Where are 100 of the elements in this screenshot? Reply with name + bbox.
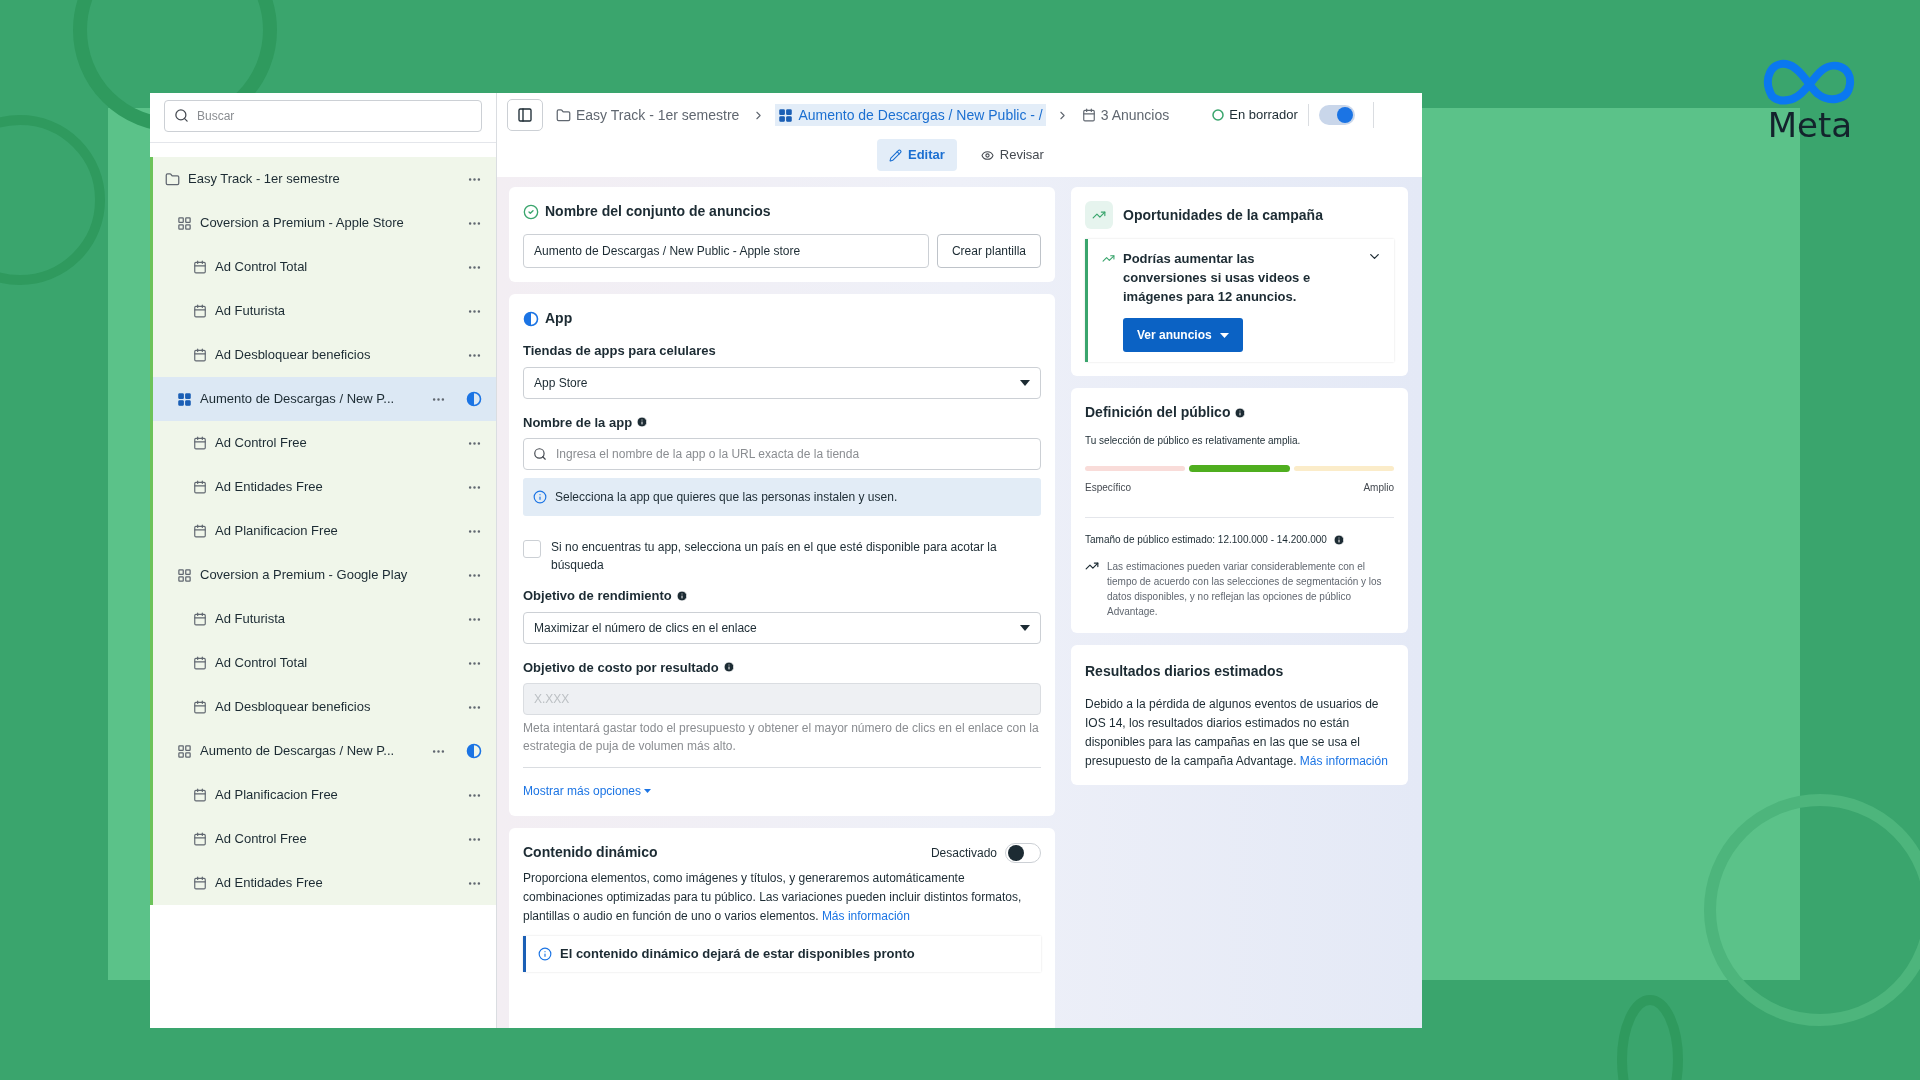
calendar-icon <box>193 788 207 802</box>
caret-icon <box>1020 379 1030 386</box>
field-label: Objetivo de costo por resultado <box>523 658 719 677</box>
calendar-icon <box>193 612 207 626</box>
tree-label: Ad Desbloquear beneficios <box>215 698 372 717</box>
calendar-icon <box>193 832 207 846</box>
caret-icon <box>1219 332 1229 338</box>
breadcrumb[interactable]: 3 Anuncios <box>1078 104 1173 126</box>
toggle-switch[interactable] <box>1005 842 1041 863</box>
calendar-icon <box>193 260 207 274</box>
calendar-icon <box>193 700 207 714</box>
caret-icon <box>1020 624 1030 631</box>
status-icon <box>466 391 482 407</box>
trend-icon <box>1102 252 1115 265</box>
tree-item[interactable]: Ad Futurista <box>153 597 496 641</box>
tree-label: Ad Desbloquear beneficios <box>215 346 372 365</box>
info-icon[interactable] <box>675 589 688 602</box>
grid-icon <box>177 743 192 759</box>
tree-item[interactable]: Ad Control Free <box>153 817 496 861</box>
tree-label: Ad Control Free <box>215 830 308 849</box>
calendar-icon <box>193 524 207 538</box>
card-title: Oportunidades de la campaña <box>1123 205 1323 225</box>
info-icon[interactable] <box>1234 406 1247 419</box>
more-options-link[interactable]: Mostrar más opciones <box>523 782 652 800</box>
calendar-icon <box>193 348 207 362</box>
card-title: Definición del público <box>1085 403 1231 422</box>
audience-summary: Tu selección de público es relativamente amplia. <box>1085 434 1302 448</box>
tree-item[interactable]: Ad Desbloquear beneficios <box>153 333 496 377</box>
calendar-icon <box>193 876 207 890</box>
tree-item[interactable]: Coversion a Premium - Apple Store <box>153 201 496 245</box>
tree-label: Ad Entidades Free <box>215 874 324 893</box>
calendar-icon <box>193 480 207 494</box>
calendar-icon <box>193 304 207 318</box>
tree-item[interactable]: Ad Planificacion Free <box>153 509 496 553</box>
tree-item[interactable]: Ad Control Total <box>153 641 496 685</box>
results-text: Debido a la pérdida de algunos eventos de usuarios de IOS 14, los resultados diarios estimados no están disponibles para las campañas en las que se usa el presupuesto de la campaña Advantage. Más información <box>1085 696 1389 770</box>
folder-icon <box>165 171 180 187</box>
tree-item[interactable]: Ad Control Free <box>153 421 496 465</box>
tree-label: Easy Track - 1er semestre <box>188 170 341 189</box>
tree-label: Ad Control Total <box>215 258 309 277</box>
check-icon <box>523 203 539 220</box>
dropdown[interactable]: App Store <box>523 366 1041 399</box>
search-field[interactable]: Buscar <box>164 100 482 132</box>
panel-toggle-button[interactable] <box>507 99 543 131</box>
status-icon <box>1212 109 1225 121</box>
status-icon <box>466 743 482 759</box>
calendar-icon <box>193 436 207 450</box>
tree-item[interactable]: Ad Futurista <box>153 289 496 333</box>
info-text: Selecciona la app que quieres que las personas instalen y usen. <box>555 489 898 506</box>
dropdown[interactable]: Maximizar el número de clics en el enlace <box>523 611 1041 644</box>
info-icon[interactable] <box>1332 533 1345 546</box>
audience-size: Tamaño de público estimado: 12.100.000 - 14.200.000 <box>1085 533 1327 547</box>
checkbox[interactable] <box>523 540 541 558</box>
notice-text: El contenido dinámico dejará de estar disponibles pronto <box>560 945 915 964</box>
info-icon[interactable] <box>636 416 649 429</box>
field-label: Nombre de la app <box>523 413 633 432</box>
eye-icon <box>980 148 994 162</box>
pencil-icon <box>889 148 902 162</box>
tree-label: Coversion a Premium - Google Play <box>200 566 409 585</box>
logo-text: Meta <box>1767 106 1853 144</box>
toggle-switch[interactable] <box>1318 105 1355 125</box>
field-label: Tiendas de apps para celulares <box>523 342 716 360</box>
estimate-note: Las estimaciones pueden variar considerablemente con el tiempo de acuerdo con las selecciones de segmentación y los datos disponibles, y no reflejan las opciones de público Advantage. <box>1107 560 1383 619</box>
breadcrumb[interactable]: Easy Track - 1er semestre <box>553 104 743 126</box>
tree-item[interactable]: Ad Entidades Free <box>153 861 496 905</box>
caret-icon <box>644 789 652 793</box>
search-icon <box>174 108 189 123</box>
help-text: Meta intentará gastar todo el presupuesto y obtener el mayor número de clics en el enlace con la estrategia de puja de volumen más alto. <box>523 720 1040 755</box>
toggle-label: Desactivado <box>930 844 997 862</box>
more-info-link[interactable]: Más información <box>821 909 910 923</box>
info-icon <box>538 947 552 961</box>
tree-label: Aumento de Descargas / New P... <box>200 742 396 761</box>
tree-item[interactable]: Ad Control Total <box>153 245 496 289</box>
tree-item[interactable]: Ad Desbloquear beneficios <box>153 685 496 729</box>
app-search-field[interactable]: Ingresa el nombre de la app o la URL exacta de la tienda <box>523 438 1041 470</box>
tree-item[interactable]: Ad Planificacion Free <box>153 773 496 817</box>
field-label: Objetivo de rendimiento <box>523 587 672 605</box>
tree-label: Ad Planificacion Free <box>215 786 339 805</box>
card-title: Nombre del conjunto de anuncios <box>545 202 771 221</box>
tree-item[interactable]: Ad Entidades Free <box>153 465 496 509</box>
see-ads-button[interactable]: Ver anuncios <box>1123 318 1243 352</box>
tree-item[interactable]: Easy Track - 1er semestre <box>153 157 496 201</box>
mode-tab[interactable]: Editar <box>877 139 957 171</box>
tip-text: Podrías aumentar las conversiones si usas videos e imágenes para 12 anuncios. <box>1123 250 1312 306</box>
folder-icon <box>556 107 571 123</box>
mode-tab[interactable]: Revisar <box>968 139 1056 171</box>
grid-icon <box>778 107 794 123</box>
tree-item[interactable]: Aumento de Descargas / New P... <box>153 729 496 773</box>
info-icon[interactable] <box>722 661 735 674</box>
breadcrumb[interactable]: Aumento de Descargas / New Public - / <box>775 104 1046 126</box>
info-icon <box>533 490 547 504</box>
tree-item[interactable]: Aumento de Descargas / New P... <box>153 377 496 421</box>
template-button[interactable]: Crear plantilla <box>936 234 1041 268</box>
status-text: En borrador <box>1229 106 1298 125</box>
tree-label: Ad Planificacion Free <box>215 522 339 541</box>
tree-item[interactable]: Coversion a Premium - Google Play <box>153 553 496 597</box>
tree-label: Aumento de Descargas / New P... <box>200 390 396 409</box>
calendar-icon <box>193 656 207 670</box>
more-info-link[interactable]: Más información <box>1299 754 1388 768</box>
name-field[interactable]: Aumento de Descargas / New Public - Apple store <box>523 234 929 268</box>
